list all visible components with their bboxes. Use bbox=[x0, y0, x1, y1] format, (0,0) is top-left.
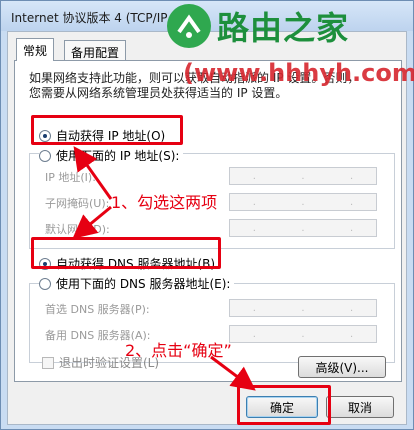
highlight-auto-dns bbox=[31, 237, 221, 269]
ip-address-label: IP 地址(I): bbox=[45, 171, 96, 184]
highlight-auto-ip bbox=[31, 115, 183, 145]
checkbox-icon bbox=[42, 356, 54, 369]
manual-dns-label: 使用下面的 DNS 服务器地址(E): bbox=[56, 277, 231, 291]
default-gateway-label: 默认网关(D): bbox=[45, 223, 110, 236]
tab-alternate-config-label: 备用配置 bbox=[71, 46, 120, 60]
cancel-button[interactable]: 取消 bbox=[326, 396, 394, 418]
tab-general-label: 常规 bbox=[23, 44, 48, 58]
subnet-mask-field[interactable]: ... bbox=[229, 193, 377, 211]
highlight-ok-button bbox=[237, 385, 331, 425]
default-gateway-field[interactable]: ... bbox=[229, 219, 377, 237]
tab-general[interactable]: 常规 bbox=[16, 38, 55, 61]
advanced-button[interactable]: 高级(V)... bbox=[298, 356, 386, 378]
tab-alternate-config[interactable]: 备用配置 bbox=[64, 40, 127, 61]
dialog-body: 常规 备用配置 如果网络支持此功能，则可以获取自动指派的 IP 设置。否则， 您… bbox=[7, 31, 407, 425]
annotation-step-2: 2、点击“确定” bbox=[125, 341, 232, 360]
radio-unchecked-icon bbox=[39, 149, 51, 162]
manual-dns-radio[interactable]: 使用下面的 DNS 服务器地址(E): bbox=[39, 275, 235, 292]
radio-unchecked-icon bbox=[39, 277, 51, 290]
preferred-dns-label: 首选 DNS 服务器(P): bbox=[45, 303, 150, 316]
site-logo: 路由之家 bbox=[167, 3, 349, 49]
site-logo-text: 路由之家 bbox=[217, 9, 350, 47]
ipv4-properties-dialog: Internet 协议版本 4 (TCP/IP 常规 备用配置 如果网络支持此功… bbox=[0, 0, 414, 430]
site-url-watermark: (www.hhhyh.com) bbox=[183, 59, 414, 87]
general-tab-panel: 如果网络支持此功能，则可以获取自动指派的 IP 设置。否则， 您需要从网络系统管… bbox=[14, 60, 402, 382]
window-title: Internet 协议版本 4 (TCP/IP bbox=[11, 11, 168, 25]
manual-ip-radio[interactable]: 使用下面的 IP 地址(S): bbox=[39, 147, 184, 164]
subnet-mask-label: 子网掩码(U): bbox=[45, 197, 110, 210]
manual-ip-label: 使用下面的 IP 地址(S): bbox=[56, 149, 180, 163]
ip-address-field[interactable]: ... bbox=[229, 167, 377, 185]
router-logo-icon bbox=[167, 4, 211, 48]
preferred-dns-field[interactable]: ... bbox=[229, 299, 377, 317]
alternate-dns-field[interactable]: ... bbox=[229, 325, 377, 343]
annotation-step-1: 1、勾选这两项 bbox=[111, 193, 218, 212]
